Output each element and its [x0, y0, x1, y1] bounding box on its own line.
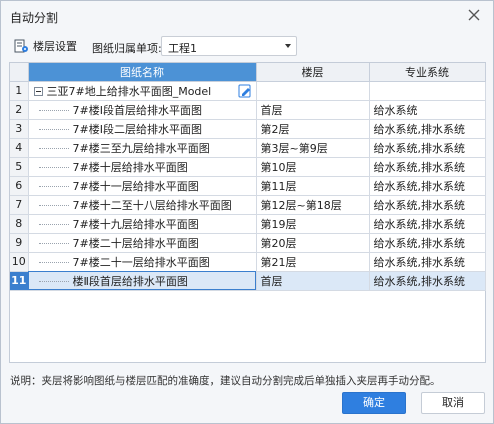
system-cell[interactable] — [369, 81, 486, 101]
row-number: 11 — [10, 271, 29, 291]
header-floor[interactable]: 楼层 — [256, 63, 370, 82]
floor-cell[interactable]: 第10层 — [256, 157, 370, 177]
drawing-name-cell[interactable]: 7#楼十九层给排水平面图 — [28, 214, 257, 234]
table-row[interactable]: 4 7#楼三至九层给排水平面图 第3层~第9层 给水系统,排水系统 — [10, 138, 486, 158]
table-row[interactable]: 8 7#楼十九层给排水平面图 第19层 给水系统,排水系统 — [10, 214, 486, 234]
row-number: 5 — [10, 157, 29, 177]
drawing-name-cell[interactable]: 楼Ⅱ段首层给排水平面图 — [28, 271, 257, 291]
tree-connector — [38, 243, 69, 244]
drawing-name: 楼Ⅱ段首层给排水平面图 — [72, 274, 188, 288]
toolbar: 楼层设置 图纸归属单项: 工程1 — [1, 33, 493, 59]
floor-cell[interactable]: 第2层 — [256, 119, 370, 139]
owner-select[interactable]: 工程1 — [161, 36, 297, 56]
row-number: 2 — [10, 100, 29, 120]
drawing-name-cell[interactable]: 7#楼十层给排水平面图 — [28, 157, 257, 177]
header-drawing-name[interactable]: 图纸名称 — [28, 63, 257, 82]
system-cell[interactable]: 给水系统,排水系统 — [369, 233, 486, 253]
system-cell[interactable]: 给水系统,排水系统 — [369, 195, 486, 215]
drawing-name: 7#楼十二至十八层给排水平面图 — [72, 198, 232, 212]
header-system[interactable]: 专业系统 — [369, 63, 486, 82]
drawing-name-cell[interactable]: 7#楼Ⅰ段二层给排水平面图 — [28, 119, 257, 139]
table-row[interactable]: 5 7#楼十层给排水平面图 第10层 给水系统,排水系统 — [10, 157, 486, 177]
drawing-name: 7#楼三至九层给排水平面图 — [72, 141, 210, 155]
floor-cell[interactable] — [256, 81, 370, 101]
table-header-row: 图纸名称 楼层 专业系统 — [10, 63, 486, 82]
table-row[interactable]: 6 7#楼十一层给排水平面图 第11层 给水系统,排水系统 — [10, 176, 486, 196]
row-number: 7 — [10, 195, 29, 215]
owner-select-value: 工程1 — [168, 42, 197, 55]
system-cell[interactable]: 给水系统,排水系统 — [369, 214, 486, 234]
floor-cell[interactable]: 第20层 — [256, 233, 370, 253]
row-number: 8 — [10, 214, 29, 234]
note-text: 说明：夹层将影响图纸与楼层匹配的准确度，建议自动分割完成后单独插入夹层再手动分配… — [10, 375, 441, 387]
system-cell[interactable]: 给水系统,排水系统 — [369, 176, 486, 196]
system-cell[interactable]: 给水系统,排水系统 — [369, 252, 486, 272]
row-number: 10 — [10, 252, 29, 272]
tree-connector — [38, 148, 69, 149]
collapse-toggle-icon[interactable] — [33, 87, 43, 96]
drawing-name-cell[interactable]: 7#楼十一层给排水平面图 — [28, 176, 257, 196]
drawing-name: 7#楼二十层给排水平面图 — [72, 236, 199, 250]
floor-cell[interactable]: 第21层 — [256, 252, 370, 272]
drawing-name: 三亚7#地上给排水平面图_Model — [46, 84, 212, 98]
tree-connector — [38, 167, 69, 168]
edit-icon[interactable] — [238, 84, 252, 98]
close-icon[interactable] — [465, 6, 483, 24]
row-number: 3 — [10, 119, 29, 139]
row-number: 9 — [10, 233, 29, 253]
dialog-title: 自动分割 — [10, 11, 59, 25]
table-row[interactable]: 2 7#楼Ⅰ段首层给排水平面图 首层 给水系统 — [10, 100, 486, 120]
drawing-name: 7#楼Ⅰ段首层给排水平面图 — [72, 103, 202, 117]
tree-connector — [38, 224, 69, 225]
system-cell[interactable]: 给水系统,排水系统 — [369, 157, 486, 177]
chevron-down-icon — [285, 44, 291, 48]
floor-settings-label: 楼层设置 — [33, 40, 77, 53]
tree-connector — [38, 281, 69, 282]
floor-settings-icon — [14, 39, 28, 53]
system-cell[interactable]: 给水系统 — [369, 100, 486, 120]
drawing-name-cell[interactable]: 7#楼十二至十八层给排水平面图 — [28, 195, 257, 215]
system-cell[interactable]: 给水系统,排水系统 — [369, 271, 486, 291]
drawing-name: 7#楼Ⅰ段二层给排水平面图 — [72, 122, 202, 136]
system-cell[interactable]: 给水系统,排水系统 — [369, 138, 486, 158]
tree-connector — [38, 262, 69, 263]
auto-split-dialog: 自动分割 楼层设置 图纸归属单项: 工程1 图纸名称 楼层 专业系统 1 三亚7… — [0, 0, 494, 424]
tree-connector — [38, 110, 69, 111]
drawing-name-cell[interactable]: 7#楼Ⅰ段首层给排水平面图 — [28, 100, 257, 120]
table-row-root[interactable]: 1 三亚7#地上给排水平面图_Model — [10, 81, 486, 101]
floor-cell[interactable]: 首层 — [256, 100, 370, 120]
floor-cell[interactable]: 第11层 — [256, 176, 370, 196]
row-number: 4 — [10, 138, 29, 158]
owner-label: 图纸归属单项: — [92, 42, 162, 55]
drawing-name: 7#楼二十一层给排水平面图 — [72, 255, 210, 269]
drawing-table: 图纸名称 楼层 专业系统 1 三亚7#地上给排水平面图_Model 2 7#楼Ⅰ… — [9, 62, 486, 363]
floor-settings-button[interactable]: 楼层设置 — [13, 36, 77, 56]
header-row-number — [10, 63, 29, 82]
row-number: 1 — [10, 81, 29, 101]
drawing-name-cell[interactable]: 7#楼二十一层给排水平面图 — [28, 252, 257, 272]
table-row[interactable]: 9 7#楼二十层给排水平面图 第20层 给水系统,排水系统 — [10, 233, 486, 253]
drawing-name-cell[interactable]: 7#楼二十层给排水平面图 — [28, 233, 257, 253]
title-bar: 自动分割 — [1, 1, 493, 31]
cancel-button[interactable]: 取消 — [421, 392, 485, 414]
tree-connector — [38, 186, 69, 187]
drawing-name-cell[interactable]: 三亚7#地上给排水平面图_Model — [28, 81, 257, 101]
tree-connector — [38, 129, 69, 130]
drawing-name: 7#楼十层给排水平面图 — [72, 160, 188, 174]
floor-cell[interactable]: 第3层~第9层 — [256, 138, 370, 158]
ok-button[interactable]: 确定 — [342, 392, 406, 414]
floor-cell[interactable]: 首层 — [256, 271, 370, 291]
drawing-name: 7#楼十一层给排水平面图 — [72, 179, 199, 193]
table-row[interactable]: 11 楼Ⅱ段首层给排水平面图 首层 给水系统,排水系统 — [10, 271, 486, 291]
tree-connector — [38, 205, 69, 206]
floor-cell[interactable]: 第19层 — [256, 214, 370, 234]
floor-cell[interactable]: 第12层~第18层 — [256, 195, 370, 215]
table-row[interactable]: 7 7#楼十二至十八层给排水平面图 第12层~第18层 给水系统,排水系统 — [10, 195, 486, 215]
drawing-name-cell[interactable]: 7#楼三至九层给排水平面图 — [28, 138, 257, 158]
table-row[interactable]: 10 7#楼二十一层给排水平面图 第21层 给水系统,排水系统 — [10, 252, 486, 272]
row-number: 6 — [10, 176, 29, 196]
system-cell[interactable]: 给水系统,排水系统 — [369, 119, 486, 139]
table-row[interactable]: 3 7#楼Ⅰ段二层给排水平面图 第2层 给水系统,排水系统 — [10, 119, 486, 139]
drawing-name: 7#楼十九层给排水平面图 — [72, 217, 199, 231]
